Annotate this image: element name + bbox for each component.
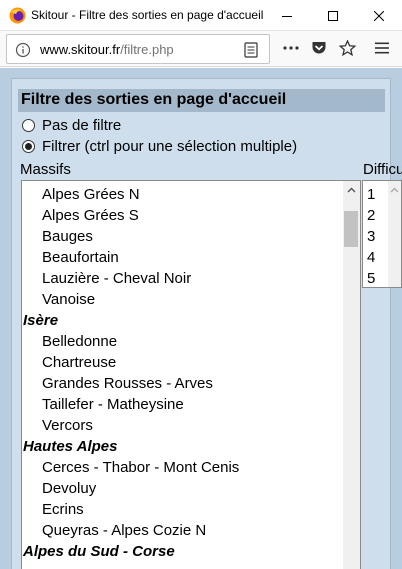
radio-filter[interactable] xyxy=(22,140,35,153)
massif-option[interactable]: Belledonne xyxy=(22,331,342,352)
massif-option[interactable]: Chartreuse xyxy=(22,352,342,373)
maximize-icon xyxy=(328,10,338,21)
difficulty-options: 12345 xyxy=(363,184,375,287)
difficulty-label: Difficu xyxy=(363,161,402,178)
difficulty-option[interactable]: 4 xyxy=(363,247,375,268)
massif-option[interactable]: Vanoise xyxy=(22,289,342,310)
close-button[interactable] xyxy=(356,0,402,31)
massif-option[interactable]: Vercors xyxy=(22,415,342,436)
radio-filter-label: Filtrer (ctrl pour une sélection multipl… xyxy=(42,138,298,155)
difficulty-option[interactable]: 3 xyxy=(363,226,375,247)
massif-option[interactable]: Grandes Rousses - Arves xyxy=(22,373,342,394)
minimize-button[interactable] xyxy=(264,0,310,31)
maximize-button[interactable] xyxy=(310,0,356,31)
minimize-icon xyxy=(282,15,292,17)
url-path: /filtre.php xyxy=(120,42,174,57)
massifs-scroll-thumb[interactable] xyxy=(344,211,358,247)
info-icon[interactable] xyxy=(15,42,31,58)
reader-view-icon[interactable] xyxy=(244,42,258,58)
massif-option[interactable]: Queyras - Alpes Cozie N xyxy=(22,520,342,541)
massif-option[interactable]: Lauzière - Cheval Noir xyxy=(22,268,342,289)
radio-no-filter[interactable] xyxy=(22,119,35,132)
filter-panel: Filtre des sorties en page d'accueil Pas… xyxy=(11,78,402,569)
difficulty-scrollbar[interactable] xyxy=(388,181,401,287)
window-titlebar: Skitour - Filtre des sorties en page d'a… xyxy=(0,0,402,31)
massifs-select[interactable]: Alpes Grées N Alpes Grées S Bauges Beaufort… xyxy=(21,180,361,569)
massifs-scrollbar[interactable] xyxy=(343,181,360,569)
scroll-up-arrow-icon[interactable] xyxy=(347,187,356,193)
panel-title: Filtre des sorties en page d'accueil xyxy=(18,89,385,112)
firefox-logo-icon xyxy=(9,7,26,24)
difficulty-option[interactable]: 1 xyxy=(363,184,375,205)
url-host: www.skitour.fr xyxy=(40,42,121,57)
radio-no-filter-label: Pas de filtre xyxy=(42,117,122,134)
massifs-options: Alpes Grées N Alpes Grées S Bauges Beaufort… xyxy=(22,184,342,562)
hamburger-menu-icon[interactable] xyxy=(375,42,389,54)
massifs-label: Massifs xyxy=(20,161,71,178)
close-icon xyxy=(374,10,384,21)
navigation-toolbar: www.skitour.fr/filtre.php xyxy=(0,31,402,67)
radio-no-filter-row[interactable]: Pas de filtre xyxy=(22,117,121,134)
more-icon[interactable] xyxy=(283,45,299,51)
difficulty-option[interactable]: 2 xyxy=(363,205,375,226)
massif-option[interactable]: Bauges xyxy=(22,226,342,247)
page-content: Filtre des sorties en page d'accueil Pas… xyxy=(0,68,402,569)
difficulty-scroll-up-arrow-icon[interactable] xyxy=(390,187,399,193)
massif-option[interactable]: Ecrins xyxy=(22,499,342,520)
massif-option[interactable]: Beaufortain xyxy=(22,247,342,268)
pocket-icon[interactable] xyxy=(311,40,327,56)
massif-option[interactable]: Alpes Grées N xyxy=(22,184,342,205)
massif-option[interactable]: Cerces - Thabor - Mont Cenis xyxy=(22,457,342,478)
massif-group-label: Hautes Alpes xyxy=(23,438,118,455)
window-title: Skitour - Filtre des sorties en page d'a… xyxy=(31,8,263,22)
url-text[interactable]: www.skitour.fr/filtre.php xyxy=(40,42,174,57)
radio-filter-row[interactable]: Filtrer (ctrl pour une sélection multipl… xyxy=(22,138,297,155)
difficulty-option[interactable]: 5 xyxy=(363,268,375,287)
massif-group-label: Alpes du Sud - Corse xyxy=(23,543,175,560)
massif-option[interactable]: Taillefer - Matheysine xyxy=(22,394,342,415)
bookmark-star-icon[interactable] xyxy=(339,40,356,56)
url-bar[interactable]: www.skitour.fr/filtre.php xyxy=(6,34,270,64)
massif-option[interactable]: Alpes Grées S xyxy=(22,205,342,226)
massif-group-label: Isère xyxy=(23,312,59,329)
massif-option[interactable]: Devoluy xyxy=(22,478,342,499)
difficulty-select[interactable]: 12345 xyxy=(362,180,402,288)
